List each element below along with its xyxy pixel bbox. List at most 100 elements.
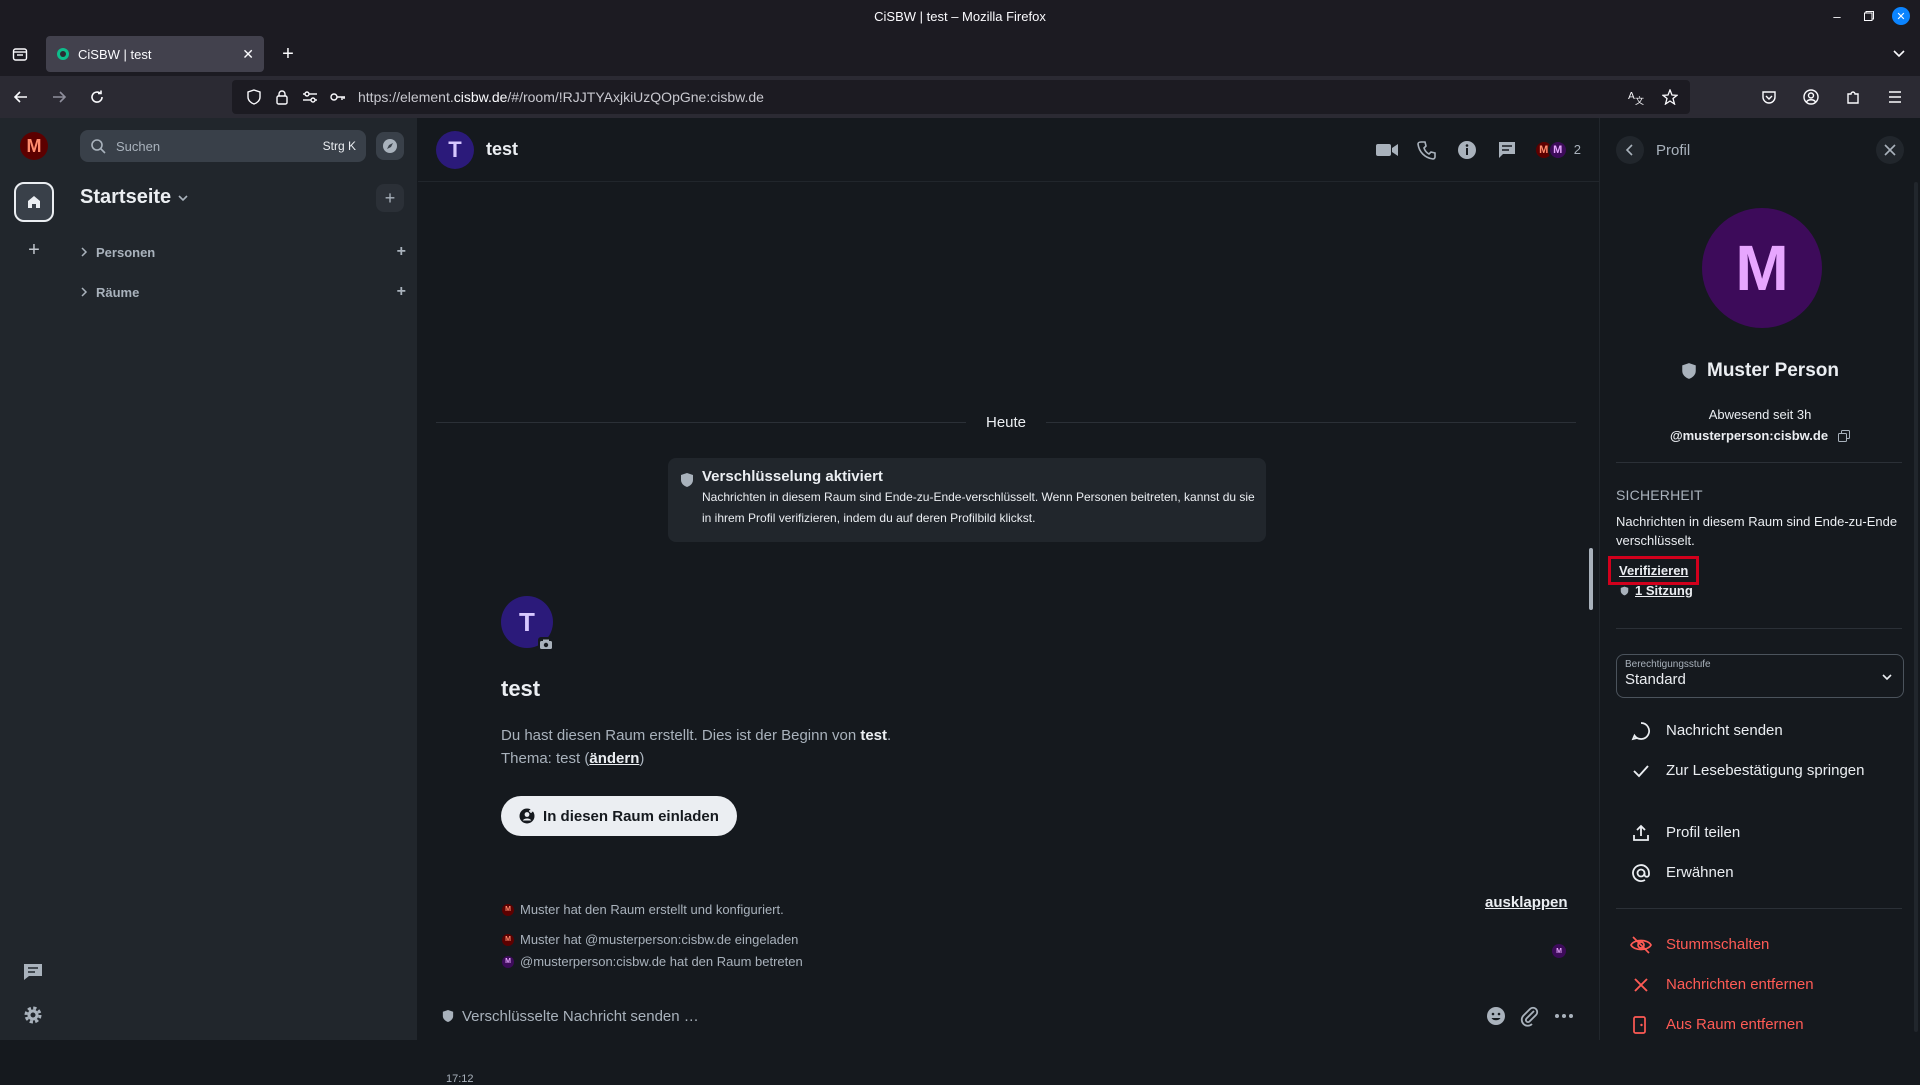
- back-button[interactable]: [1616, 136, 1644, 164]
- kick-from-room-button[interactable]: Aus Raum entfernen: [1630, 1014, 1900, 1036]
- add-room-icon[interactable]: +: [397, 283, 406, 301]
- profile-avatar[interactable]: M: [1702, 208, 1822, 328]
- threads-icon[interactable]: [22, 962, 44, 982]
- section-rooms[interactable]: Räume +: [80, 282, 406, 302]
- voice-call-icon[interactable]: [1414, 137, 1440, 163]
- encryption-title: Verschlüsselung aktiviert: [702, 468, 883, 485]
- composer-actions: [1485, 1005, 1575, 1027]
- extensions-icon[interactable]: [1836, 80, 1870, 114]
- panel-scrollbar[interactable]: [1914, 182, 1918, 1032]
- window-titlebar: CiSBW | test – Mozilla Firefox – ✕: [0, 0, 1920, 32]
- url-text[interactable]: https://element.cisbw.de/#/room/!RJJTYAx…: [358, 89, 1622, 105]
- read-receipt-avatar[interactable]: M: [1552, 944, 1566, 958]
- svg-text:A: A: [1628, 91, 1635, 102]
- power-level-select[interactable]: Berechtigungsstufe Standard: [1616, 654, 1904, 698]
- expand-events-link[interactable]: ausklappen: [1485, 894, 1568, 911]
- timeline-event: M Muster hat @musterperson:cisbw.de eing…: [502, 932, 798, 947]
- invite-to-room-button[interactable]: In diesen Raum einladen: [501, 796, 737, 836]
- home-space-button[interactable]: [14, 182, 54, 222]
- search-icon: [91, 139, 106, 154]
- tab-close-icon[interactable]: ✕: [242, 46, 254, 63]
- home-add-button[interactable]: +: [376, 184, 404, 212]
- toolbar-right: [1748, 80, 1912, 114]
- add-people-icon[interactable]: +: [397, 243, 406, 261]
- event-avatar: M: [502, 903, 514, 916]
- tab-bar: CiSBW | test ✕ +: [0, 32, 1920, 76]
- chevron-right-icon: [81, 247, 88, 257]
- translate-icon[interactable]: A文: [1622, 83, 1650, 111]
- lock-icon[interactable]: [268, 83, 296, 111]
- permissions-icon[interactable]: [296, 83, 324, 111]
- settings-gear-icon[interactable]: [22, 1004, 44, 1026]
- threads-icon[interactable]: [1494, 137, 1520, 163]
- bookmark-star-icon[interactable]: [1656, 83, 1684, 111]
- attachment-icon[interactable]: [1519, 1005, 1541, 1027]
- create-space-icon[interactable]: +: [24, 240, 44, 260]
- at-sign-icon: [1630, 862, 1652, 884]
- message-composer[interactable]: Verschlüsselte Nachricht senden …: [418, 992, 1599, 1040]
- window-close-icon[interactable]: ✕: [1892, 7, 1910, 25]
- user-menu-avatar[interactable]: M: [20, 132, 48, 160]
- close-panel-button[interactable]: [1876, 136, 1904, 164]
- key-icon[interactable]: [324, 83, 352, 111]
- home-title: Startseite: [80, 186, 172, 208]
- copy-icon[interactable]: [1838, 429, 1851, 442]
- member-avatar: M: [1547, 139, 1568, 160]
- url-actions: A文: [1622, 83, 1690, 111]
- window-controls: – ✕: [1828, 7, 1910, 25]
- timeline-event: M Muster hat den Raum erstellt und konfi…: [502, 902, 784, 917]
- remove-messages-button[interactable]: Nachrichten entfernen: [1630, 974, 1900, 996]
- firefox-view-icon[interactable]: [0, 32, 40, 76]
- room-members-facepile[interactable]: M M 2: [1533, 139, 1581, 160]
- search-placeholder: Suchen: [116, 138, 161, 154]
- share-profile-button[interactable]: Profil teilen: [1630, 822, 1900, 844]
- timeline-scrollbar[interactable]: [1589, 548, 1593, 610]
- room-name[interactable]: test: [486, 139, 1374, 160]
- tab-list-icon[interactable]: [1892, 46, 1906, 60]
- room-avatar[interactable]: T: [436, 130, 474, 169]
- divider: [1616, 908, 1902, 909]
- account-icon[interactable]: [1794, 80, 1828, 114]
- mention-button[interactable]: Erwähnen: [1630, 862, 1900, 884]
- chat-bubble-icon: [1630, 720, 1652, 742]
- favicon-icon: [57, 48, 69, 60]
- pocket-icon[interactable]: [1752, 80, 1786, 114]
- new-tab-icon[interactable]: +: [270, 36, 306, 72]
- browser-tab[interactable]: CiSBW | test ✕: [46, 36, 264, 72]
- section-people[interactable]: Personen +: [80, 242, 406, 262]
- send-message-button[interactable]: Nachricht senden: [1630, 720, 1900, 742]
- mute-button[interactable]: Stummschalten: [1630, 934, 1900, 956]
- home-header[interactable]: Startseite: [80, 186, 189, 209]
- explore-rooms-button[interactable]: [376, 132, 404, 160]
- panel-header: Profil: [1600, 118, 1920, 182]
- member-count: 2: [1573, 142, 1581, 157]
- back-arrow-icon[interactable]: [4, 80, 38, 114]
- jump-to-read-receipt-button[interactable]: Zur Lesebestätigung springen: [1630, 760, 1900, 782]
- svg-text:文: 文: [1635, 95, 1644, 105]
- url-bar[interactable]: https://element.cisbw.de/#/room/!RJJTYAx…: [232, 80, 1690, 114]
- tab-title: CiSBW | test: [78, 46, 152, 62]
- room-info-icon[interactable]: [1454, 137, 1480, 163]
- room-header-actions: [1374, 137, 1520, 163]
- emoji-icon[interactable]: [1485, 1005, 1507, 1027]
- user-id-row: @musterperson:cisbw.de: [1600, 428, 1920, 443]
- shield-icon: [1682, 363, 1696, 379]
- forward-arrow-icon[interactable]: [42, 80, 76, 114]
- video-call-icon[interactable]: [1374, 137, 1400, 163]
- panel-title: Profil: [1656, 141, 1691, 159]
- sessions-link[interactable]: 1 Sitzung: [1620, 583, 1693, 598]
- more-options-icon[interactable]: [1553, 1005, 1575, 1027]
- change-topic-link[interactable]: ändern: [589, 750, 639, 767]
- composer-input[interactable]: Verschlüsselte Nachricht senden …: [462, 1008, 1485, 1025]
- tracking-shield-icon[interactable]: [240, 83, 268, 111]
- verify-button[interactable]: Verifizieren: [1608, 556, 1700, 585]
- event-text: Muster hat @musterperson:cisbw.de eingel…: [520, 932, 799, 947]
- menu-hamburger-icon[interactable]: [1878, 80, 1912, 114]
- minimize-icon[interactable]: –: [1828, 7, 1846, 25]
- security-description: Nachrichten in diesem Raum sind Ende-zu-…: [1616, 514, 1898, 548]
- reload-icon[interactable]: [80, 80, 114, 114]
- restore-icon[interactable]: [1860, 7, 1878, 25]
- chevron-right-icon: [81, 287, 88, 297]
- camera-icon[interactable]: [538, 637, 554, 651]
- search-button[interactable]: Suchen Strg K: [80, 130, 366, 162]
